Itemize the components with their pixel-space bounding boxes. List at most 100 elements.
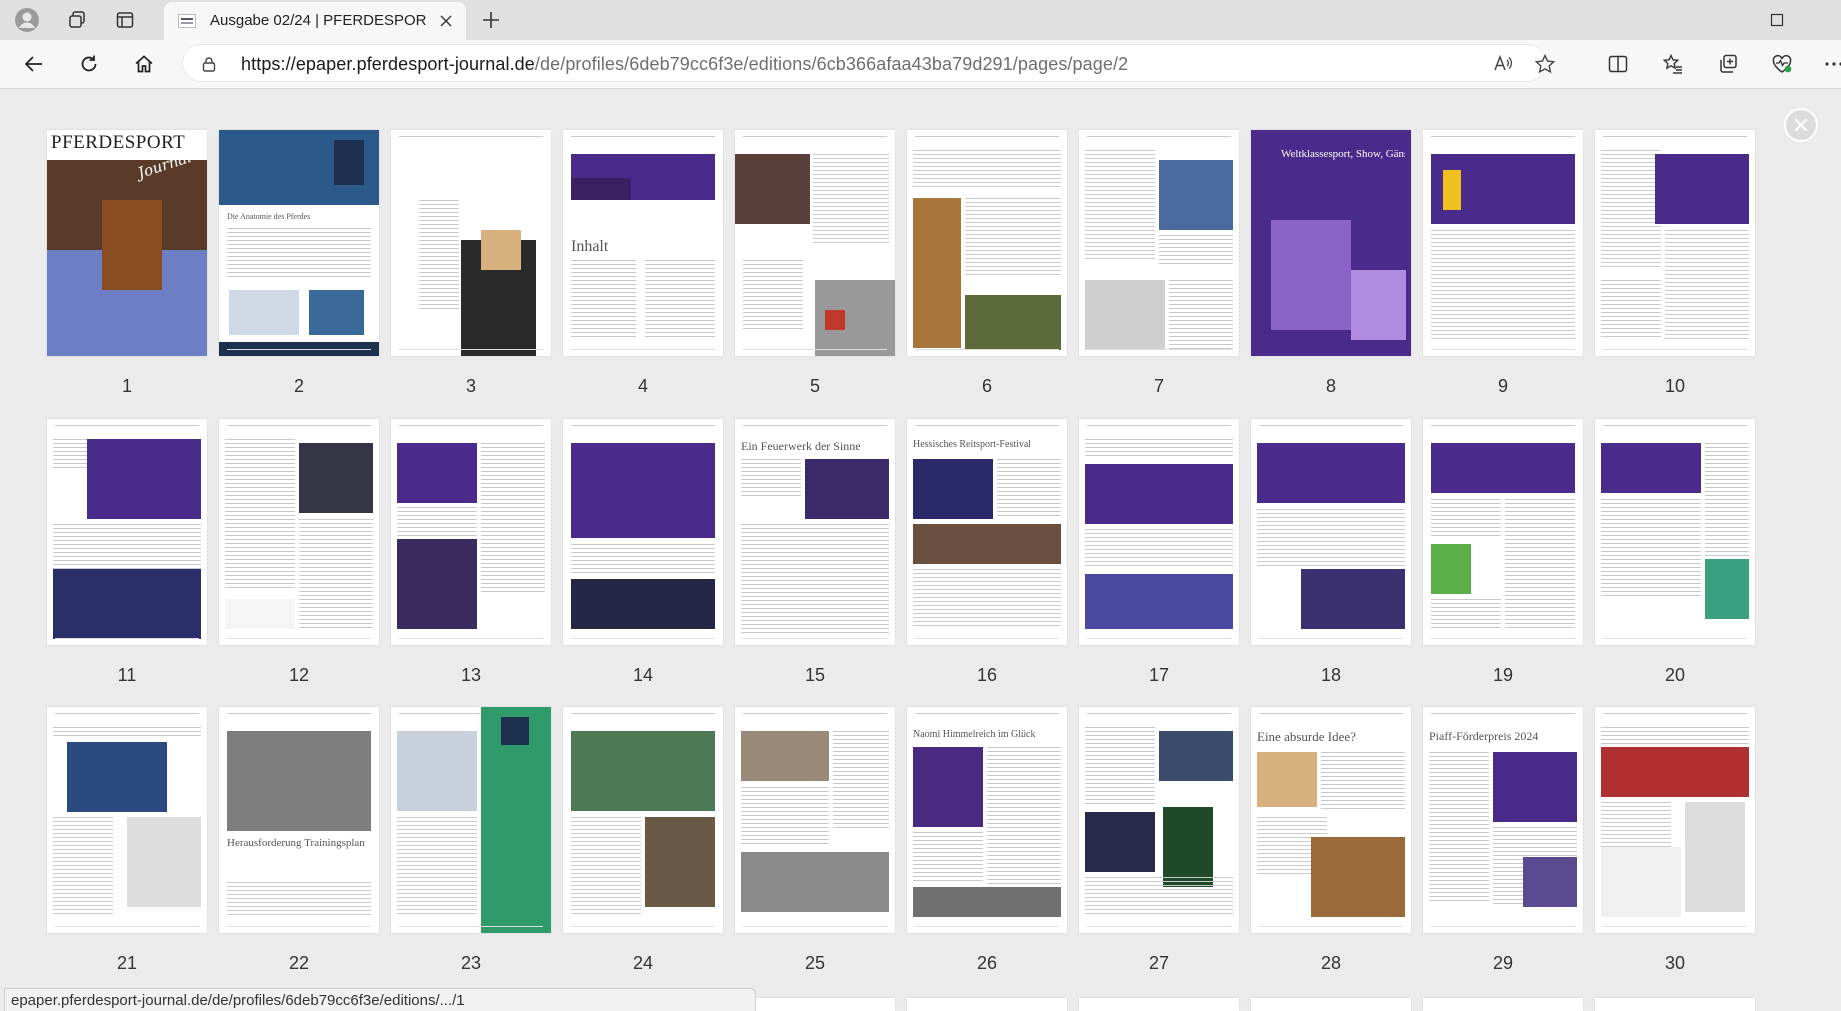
page-thumbnail[interactable] (391, 707, 551, 933)
page-photo (1163, 807, 1213, 887)
page-photo (397, 443, 477, 503)
page-thumbnail[interactable] (1423, 130, 1583, 356)
page-thumbnail[interactable] (391, 130, 551, 356)
page-header-rule (1431, 136, 1575, 138)
page-number-label: 6 (981, 376, 992, 396)
page-thumbnail[interactable] (47, 419, 207, 645)
page-number-label: 20 (1664, 665, 1686, 685)
page-number-label: 19 (1492, 665, 1514, 685)
page-thumbnail[interactable]: Weltklassesport, Show, Gänsehautmomente (1251, 130, 1411, 356)
collections-icon[interactable] (1712, 48, 1744, 80)
page-thumbnail[interactable]: Herausforderung Trainingsplan (219, 707, 379, 933)
page-thumbnail[interactable] (1595, 707, 1755, 933)
favorites-list-icon[interactable] (1657, 48, 1689, 80)
page-photo (735, 154, 810, 224)
page-thumbnail[interactable] (907, 998, 1067, 1011)
page-photo (1601, 443, 1701, 493)
page-photo (501, 717, 529, 745)
workspaces-icon[interactable] (62, 6, 92, 34)
close-icon[interactable] (436, 11, 456, 31)
page-number-label: 28 (1320, 953, 1342, 973)
page-text-block (741, 787, 829, 847)
page-photo (645, 817, 715, 907)
page-thumbnail[interactable]: Piaff-Förderpreis 2024 (1423, 707, 1583, 933)
page-photo (1601, 747, 1749, 797)
page-number-label: 22 (288, 953, 310, 973)
page-thumbnail[interactable] (563, 707, 723, 933)
page-thumbnail[interactable]: PFERDESPORT Journal (47, 130, 207, 356)
page-photo (225, 599, 295, 629)
page-thumbnail[interactable] (1251, 998, 1411, 1011)
page-footer-rule (227, 638, 371, 639)
page-footer-rule (743, 926, 887, 927)
page-text-block (987, 747, 1061, 907)
page-thumbnail[interactable] (1079, 130, 1239, 356)
page-thumbnail[interactable] (1595, 419, 1755, 645)
home-icon[interactable] (128, 48, 160, 80)
page-thumbnail[interactable] (1251, 419, 1411, 645)
page-footer-rule (399, 638, 543, 639)
tab-strip: Ausgabe 02/24 | PFERDESPORT J (0, 0, 1841, 40)
page-photo (1705, 559, 1749, 619)
close-overview-icon[interactable] (1784, 108, 1818, 142)
page-header-rule (571, 713, 715, 715)
page-photo (913, 747, 983, 827)
page-text-block (1085, 877, 1233, 917)
url-path: /de/profiles/6deb79cc6f3e/editions/6cb36… (534, 54, 1129, 74)
page-thumbnail[interactable] (1595, 998, 1755, 1011)
page-header-rule (1603, 713, 1747, 715)
lock-icon[interactable] (201, 56, 217, 72)
active-tab[interactable]: Ausgabe 02/24 | PFERDESPORT J (164, 2, 466, 40)
link-status-bar: epaper.pferdesport-journal.de/de/profile… (4, 988, 756, 1011)
page-thumbnail[interactable]: Hessisches Reitsport-Festival (907, 419, 1067, 645)
minimize-icon[interactable] (1762, 6, 1792, 34)
page-header-rule (743, 425, 887, 427)
page-thumbnail[interactable] (1079, 707, 1239, 933)
page-text-block (1665, 230, 1749, 340)
split-screen-icon[interactable] (1602, 48, 1634, 80)
page-text-block (997, 459, 1061, 519)
page-thumbnail[interactable] (391, 419, 551, 645)
page-header-rule (743, 713, 887, 715)
page-thumbnail[interactable]: Die Anatomie des Pferdes (219, 130, 379, 356)
page-thumbnail[interactable]: Ein Feuerwerk der Sinne (735, 419, 895, 645)
tab-actions-icon[interactable] (110, 6, 140, 34)
page-thumbnail[interactable] (47, 707, 207, 933)
page-thumbnail[interactable] (735, 130, 895, 356)
read-aloud-icon[interactable] (1489, 50, 1517, 78)
page-thumbnail[interactable] (1079, 998, 1239, 1011)
profile-icon[interactable] (12, 6, 42, 34)
reload-icon[interactable] (73, 48, 105, 80)
browser-essentials-icon[interactable] (1766, 48, 1798, 80)
page-thumbnail[interactable] (1079, 419, 1239, 645)
page-thumbnail[interactable]: Eine absurde Idee? (1251, 707, 1411, 933)
address-bar[interactable]: https://epaper.pferdesport-journal.de/de… (182, 44, 1556, 82)
url-text[interactable]: https://epaper.pferdesport-journal.de/de… (241, 54, 1128, 75)
url-host: https://epaper.pferdesport-journal.de (241, 54, 535, 74)
page-photo (1159, 731, 1233, 781)
page-thumbnail[interactable] (735, 998, 895, 1011)
page-thumbnail[interactable] (563, 419, 723, 645)
page-text-block (741, 459, 801, 499)
page-footer-rule (1603, 638, 1747, 639)
page-photo (87, 439, 201, 519)
page-thumbnail[interactable] (735, 707, 895, 933)
page-text-block (1085, 150, 1155, 260)
page-text-block (1169, 280, 1233, 350)
page-headline: Hessisches Reitsport-Festival (913, 439, 1032, 450)
page-thumbnail[interactable] (907, 130, 1067, 356)
new-tab-icon[interactable] (476, 6, 506, 34)
page-thumbnail[interactable]: Inhalt (563, 130, 723, 356)
page-thumbnail[interactable] (219, 419, 379, 645)
page-thumbnail[interactable] (1423, 998, 1583, 1011)
page-thumbnail[interactable]: Naomi Himmelreich im Glück (907, 707, 1067, 933)
page-text-block (227, 228, 371, 278)
page-footer-rule (743, 349, 887, 350)
page-text-block (1429, 752, 1489, 902)
back-arrow-icon[interactable] (18, 48, 50, 80)
page-text-block (913, 832, 983, 882)
more-menu-icon[interactable] (1818, 48, 1841, 80)
page-thumbnail[interactable] (1595, 130, 1755, 356)
favorite-star-icon[interactable] (1531, 50, 1559, 78)
page-thumbnail[interactable] (1423, 419, 1583, 645)
